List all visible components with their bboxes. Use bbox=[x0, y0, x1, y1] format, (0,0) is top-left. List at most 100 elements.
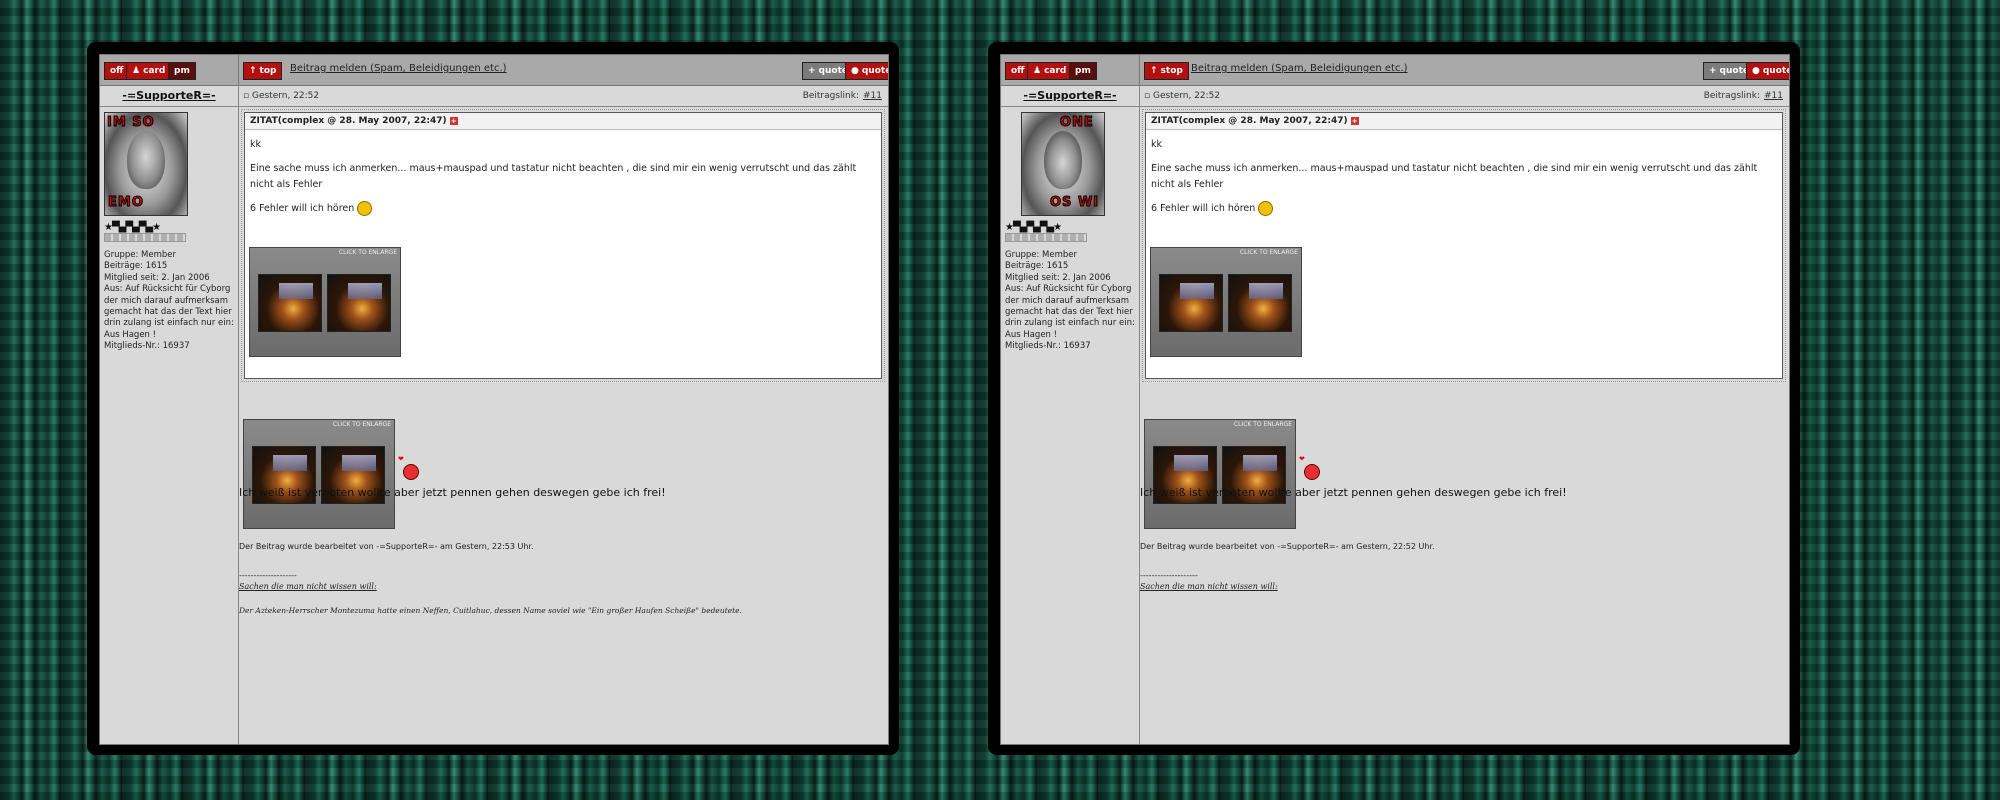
post-link-label: Beitragslink: bbox=[1703, 91, 1760, 101]
pm-button[interactable]: pm bbox=[1069, 62, 1097, 80]
report-post-link[interactable]: Beitrag melden (Spam, Beleidigungen etc.… bbox=[290, 63, 507, 74]
user-posts: Beiträge: 1615 bbox=[104, 261, 168, 272]
plus-icon: + bbox=[808, 66, 816, 76]
user-icon: ♟ bbox=[132, 66, 141, 76]
photo-left bbox=[1159, 274, 1223, 332]
expand-icon[interactable]: + bbox=[1350, 116, 1359, 125]
user-toolbar: off ♟ card pm bbox=[100, 55, 239, 85]
quote-line: kk bbox=[250, 139, 262, 150]
speech-bubble-icon: ● bbox=[1752, 66, 1760, 76]
user-info: Gruppe: Member Beiträge: 1615 Mitglied s… bbox=[1005, 250, 1135, 353]
quote-line: kk bbox=[1151, 139, 1163, 150]
speech-bubble-icon: ● bbox=[851, 66, 859, 76]
plus-icon: + bbox=[1709, 66, 1717, 76]
image-thumbnail[interactable]: CLICK TO ENLARGE bbox=[243, 419, 395, 529]
rank-pips bbox=[104, 233, 186, 242]
card-label: card bbox=[1044, 66, 1067, 76]
signature-link[interactable]: Sachen die man nicht wissen will: bbox=[239, 582, 377, 591]
username[interactable]: -=SupporteR=- bbox=[100, 86, 238, 107]
quote-header: ZITAT(complex @ 28. May 2007, 22:47) + bbox=[245, 113, 881, 130]
post-container: off ♟ card pm ↑ stop Beitrag melden (Spam,… bbox=[1000, 54, 1790, 745]
sunglasses-smiley-icon bbox=[357, 201, 373, 216]
pm-button[interactable]: pm bbox=[168, 62, 196, 80]
top-button[interactable]: ↑ top bbox=[243, 62, 283, 80]
user-member-no: Mitglieds-Nr.: 16937 bbox=[104, 341, 190, 352]
quote-button[interactable]: ● quote bbox=[845, 62, 889, 80]
user-icon: ♟ bbox=[1033, 66, 1042, 76]
post-link: Beitragslink: #11 bbox=[1704, 86, 1783, 106]
post-panel-left: off ♟ card pm ↑ top Beitrag melden (Spam, … bbox=[87, 42, 899, 755]
multiquote-label: quote bbox=[818, 66, 848, 76]
arrow-up-icon: ↑ bbox=[1150, 66, 1158, 76]
card-button[interactable]: ♟ card bbox=[1027, 62, 1073, 80]
post-date-text: Gestern, 22:52 bbox=[251, 91, 320, 101]
user-toolbar: off ♟ card pm bbox=[1001, 55, 1140, 85]
quote-line-with-smiley: 6 Fehler will ich hören bbox=[1151, 201, 1776, 217]
signature-separator: -------------------- bbox=[1140, 571, 1198, 580]
photo-right bbox=[1228, 274, 1292, 332]
post-date: ▫ Gestern, 22:52 bbox=[1144, 91, 1221, 101]
post-link-number[interactable]: #11 bbox=[1764, 91, 1783, 101]
arrow-up-icon: ↑ bbox=[249, 66, 257, 76]
signature-link[interactable]: Sachen die man nicht wissen will: bbox=[1140, 582, 1278, 591]
top-label: top bbox=[259, 66, 277, 76]
user-info: Gruppe: Member Beiträge: 1615 Mitglied s… bbox=[104, 250, 234, 353]
post-meta: ▫ Gestern, 22:52 Beitragslink: #11 bbox=[1140, 86, 1789, 107]
user-posts: Beiträge: 1615 bbox=[1005, 261, 1069, 272]
post-message: Ich weiß ist verboten wollte aber jetzt … bbox=[1140, 486, 1567, 499]
post-toolbar: off ♟ card pm ↑ top Beitrag melden (Spam, … bbox=[100, 55, 888, 86]
quote-line: 6 Fehler will ich hören bbox=[1151, 203, 1256, 214]
quote-line: Eine sache muss ich anmerken... maus+mau… bbox=[1151, 163, 1758, 190]
post-date: ▫ Gestern, 22:52 bbox=[243, 91, 320, 101]
avatar-bottom-text: OS WI bbox=[1049, 195, 1100, 211]
quote-header: ZITAT(complex @ 28. May 2007, 22:47) + bbox=[1146, 113, 1782, 130]
post-toolbar: off ♟ card pm ↑ stop Beitrag melden (Spam,… bbox=[1001, 55, 1789, 86]
love-smiley-icon bbox=[1299, 455, 1320, 480]
user-group: Gruppe: Member bbox=[1005, 250, 1078, 260]
quote-label: quote bbox=[861, 66, 889, 76]
signature-separator: -------------------- bbox=[239, 571, 297, 580]
avatar: ONE OS WI bbox=[1021, 112, 1105, 216]
username[interactable]: -=SupporteR=- bbox=[1001, 86, 1139, 107]
rank-pips bbox=[1005, 233, 1087, 242]
user-from: Aus: Auf Rücksicht für Cyborg der mich d… bbox=[1005, 284, 1135, 340]
image-thumbnail[interactable]: CLICK TO ENLARGE bbox=[1150, 247, 1302, 357]
image-thumbnail[interactable]: CLICK TO ENLARGE bbox=[1144, 419, 1296, 529]
user-group: Gruppe: Member bbox=[104, 250, 177, 260]
enlarge-caption: CLICK TO ENLARGE bbox=[338, 249, 397, 256]
expand-icon[interactable]: + bbox=[449, 116, 458, 125]
post-date-text: Gestern, 22:52 bbox=[1152, 91, 1221, 101]
avatar: IM SO EMO bbox=[104, 112, 188, 216]
quote-line: Eine sache muss ich anmerken... maus+mau… bbox=[250, 163, 857, 190]
post-meta: ▫ Gestern, 22:52 Beitragslink: #11 bbox=[239, 86, 888, 107]
user-joined: Mitglied seit: 2. Jan 2006 bbox=[104, 272, 210, 283]
rank-stars: ★▀▄▀▄▀▄★ bbox=[1005, 222, 1062, 233]
quote-box: ZITAT(complex @ 28. May 2007, 22:47) + kk… bbox=[1142, 109, 1786, 382]
avatar-top-text: IM SO bbox=[107, 115, 155, 131]
stop-label: stop bbox=[1160, 66, 1183, 76]
post-main: ▫ Gestern, 22:52 Beitragslink: #11 ZITAT(… bbox=[1140, 86, 1789, 744]
avatar-bottom-text: EMO bbox=[108, 195, 144, 211]
image-thumbnail[interactable]: CLICK TO ENLARGE bbox=[249, 247, 401, 357]
enlarge-caption: CLICK TO ENLARGE bbox=[1239, 249, 1298, 256]
post-link-number[interactable]: #11 bbox=[863, 91, 882, 101]
multiquote-label: quote bbox=[1719, 66, 1749, 76]
quote-line-with-smiley: 6 Fehler will ich hören bbox=[250, 201, 875, 217]
quote-box: ZITAT(complex @ 28. May 2007, 22:47) + kk… bbox=[241, 109, 885, 382]
avatar-face bbox=[1044, 131, 1082, 189]
report-post-link[interactable]: Beitrag melden (Spam, Beleidigungen etc.… bbox=[1191, 63, 1408, 74]
avatar-face bbox=[127, 131, 165, 189]
quote-line: 6 Fehler will ich hören bbox=[250, 203, 355, 214]
edited-note: Der Beitrag wurde bearbeitet von -=Suppo… bbox=[239, 542, 534, 551]
user-joined: Mitglied seit: 2. Jan 2006 bbox=[1005, 272, 1111, 283]
quote-header-text: ZITAT(complex @ 28. May 2007, 22:47) bbox=[250, 116, 447, 126]
card-button[interactable]: ♟ card bbox=[126, 62, 172, 80]
post-link-label: Beitragslink: bbox=[802, 91, 859, 101]
post-container: off ♟ card pm ↑ top Beitrag melden (Spam, … bbox=[99, 54, 889, 745]
edited-note: Der Beitrag wurde bearbeitet von -=Suppo… bbox=[1140, 542, 1435, 551]
quote-body: kk Eine sache muss ich anmerken... maus+… bbox=[250, 137, 875, 217]
stop-button[interactable]: ↑ stop bbox=[1144, 62, 1189, 80]
quote-button[interactable]: ● quote bbox=[1746, 62, 1790, 80]
quote-label: quote bbox=[1762, 66, 1790, 76]
love-smiley-icon bbox=[398, 455, 419, 480]
